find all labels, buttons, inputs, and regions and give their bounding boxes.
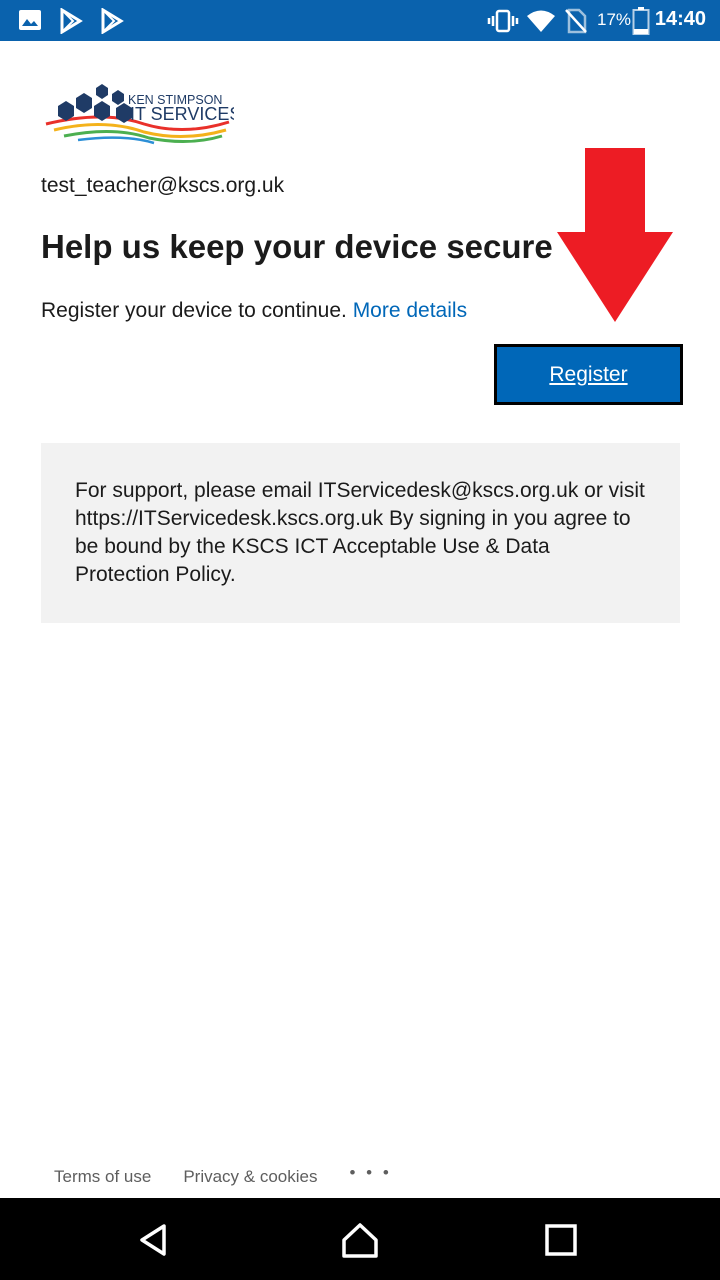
gallery-icon — [19, 10, 41, 30]
status-bar: 17% 14:40 — [0, 0, 720, 41]
support-text: For support, please email ITServicedesk@… — [75, 479, 645, 586]
play-store-icon — [101, 8, 124, 34]
terms-of-use-link[interactable]: Terms of use — [54, 1167, 151, 1187]
privacy-cookies-link[interactable]: Privacy & cookies — [183, 1167, 317, 1187]
wifi-icon — [527, 10, 555, 32]
footer: Terms of use Privacy & cookies • • • — [54, 1163, 392, 1187]
more-details-link[interactable]: More details — [353, 299, 467, 322]
home-icon[interactable] — [340, 1220, 380, 1260]
account-email: test_teacher@kscs.org.uk — [41, 174, 285, 197]
more-options-icon[interactable]: • • • — [349, 1163, 391, 1183]
clock: 14:40 — [654, 8, 706, 30]
play-store-icon — [60, 8, 83, 34]
navigation-bar — [0, 1198, 720, 1280]
description: Register your device to continue. More d… — [41, 299, 467, 323]
red-arrow-icon — [557, 148, 673, 322]
back-icon[interactable] — [134, 1220, 174, 1260]
description-text: Register your device to continue. — [41, 299, 347, 322]
no-sim-icon — [565, 8, 587, 34]
battery-percent: 17% — [597, 10, 632, 29]
vibrate-icon — [487, 9, 519, 33]
register-button[interactable]: Register — [494, 344, 683, 405]
recents-icon[interactable] — [541, 1220, 581, 1260]
logo-line2: IT SERVICES — [130, 104, 234, 124]
page-title: Help us keep your device secure — [41, 228, 553, 265]
ken-stimpson-logo: KEN STIMPSON IT SERVICES — [45, 84, 234, 145]
support-info-box: For support, please email ITServicedesk@… — [41, 443, 680, 623]
battery-icon — [632, 7, 650, 35]
